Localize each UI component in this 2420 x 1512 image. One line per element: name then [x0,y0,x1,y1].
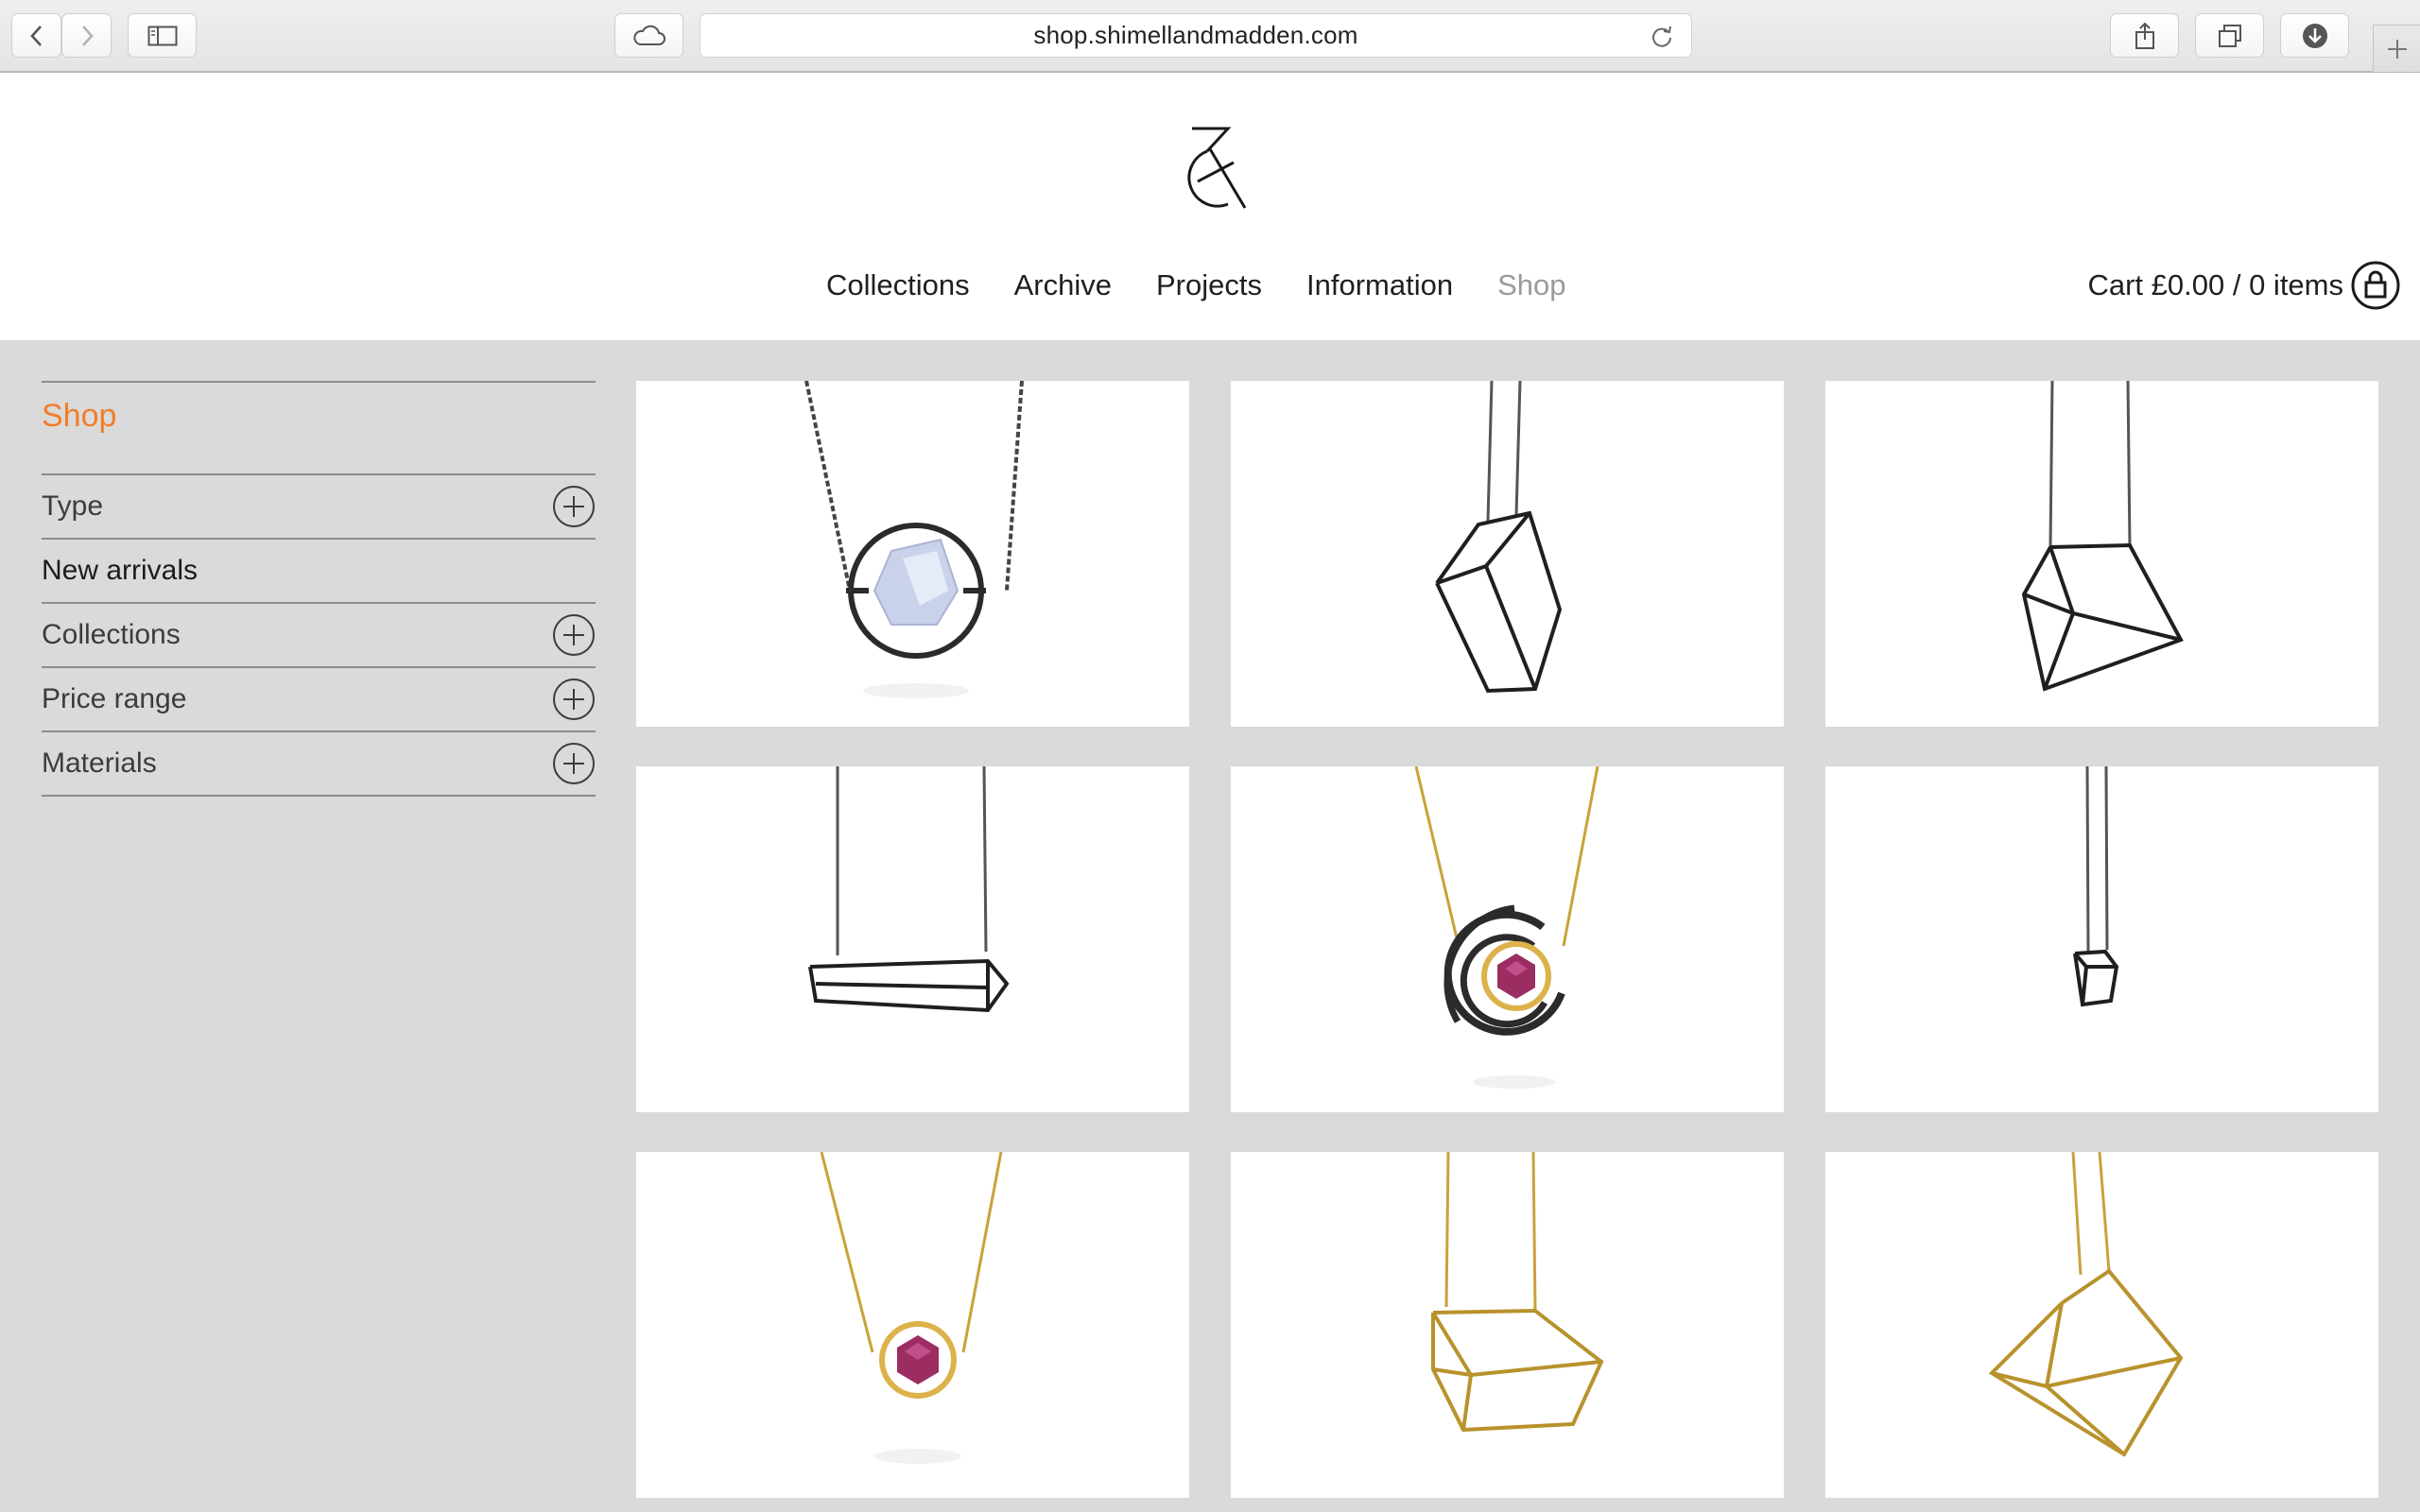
product-card[interactable] [636,766,1189,1112]
product-card[interactable] [1825,381,2378,727]
expand-plus-icon[interactable] [552,742,596,785]
nav-projects[interactable]: Projects [1156,268,1262,302]
nav-information[interactable]: Information [1306,268,1453,302]
nav-shop[interactable]: Shop [1497,268,1565,302]
gold-ring-pendant-with-pink-hexagon-stone-image [820,1152,1003,1464]
downloads-button[interactable] [2280,13,2349,58]
tabs-overview-button[interactable] [2195,13,2264,58]
small-black-cube-pendant-image [2073,766,2119,1007]
nav-collections[interactable]: Collections [826,268,970,302]
forward-arrow-icon [81,25,94,46]
site-header: Collections Archive Projects Information… [0,73,2420,340]
share-icon [2135,22,2154,49]
cart-link[interactable]: Cart £0.00 / 0 items [2087,261,2400,310]
silver-ring-pendant-with-blue-stone-image [804,381,1024,698]
filter-materials[interactable]: Materials [42,732,596,797]
filter-label: Materials [42,747,157,779]
product-card[interactable] [636,381,1189,727]
back-arrow-icon [29,25,42,46]
filter-type[interactable]: Type [42,475,596,540]
browser-toolbar: shop.shimellandmadden.com [0,0,2420,73]
new-tab-plus-icon [2387,39,2407,59]
address-bar[interactable]: shop.shimellandmadden.com [700,13,1692,58]
gold-tilted-cube-pendant-image [1988,1152,2184,1457]
cart-summary: Cart £0.00 / 0 items [2087,268,2343,301]
gold-cuboid-pendant-image [1431,1152,1604,1433]
new-tab-button[interactable] [2373,25,2420,72]
forward-button[interactable] [61,13,112,58]
expand-plus-icon[interactable] [552,613,596,657]
filter-label: Price range [42,683,187,714]
icloud-tabs-button[interactable] [614,13,683,58]
downloads-icon [2302,23,2327,48]
icloud-tabs-icon [632,25,666,45]
product-card[interactable] [1231,381,1784,727]
filter-collections[interactable]: Collections [42,604,596,668]
shopping-bag-icon [2351,261,2400,310]
shop-sidebar: Shop Type New arrivals Collections Price… [42,381,596,797]
filter-label: Collections [42,619,181,650]
black-cube-pendant-image [2021,381,2184,692]
sidebar-toggle-button[interactable] [128,13,197,58]
filter-price-range[interactable]: Price range [42,668,596,732]
sidebar-title[interactable]: Shop [42,383,596,473]
product-card[interactable] [636,1152,1189,1498]
product-card[interactable] [1825,1152,2378,1498]
product-card[interactable] [1825,766,2378,1112]
sidebar-icon [147,26,177,45]
filter-new-arrivals[interactable]: New arrivals [42,540,596,604]
back-button[interactable] [11,13,61,58]
gold-spiral-pendant-with-pink-hexagon-stone-image [1414,766,1599,1089]
product-card[interactable] [1231,766,1784,1112]
shimell-madden-logo[interactable] [1166,125,1253,215]
expand-plus-icon[interactable] [552,485,596,528]
url-text: shop.shimellandmadden.com [1033,21,1358,49]
main-navigation: Collections Archive Projects Information… [826,266,1565,304]
nav-archive[interactable]: Archive [1014,268,1112,302]
filter-label: New arrivals [42,555,199,586]
share-button[interactable] [2110,13,2179,58]
tabs-overview-icon [2218,24,2241,47]
filter-label: Type [42,490,104,522]
black-bar-cuboid-pendant-image [808,766,1010,1013]
black-tilted-cuboid-pendant-image [1435,381,1563,694]
expand-plus-icon[interactable] [552,678,596,721]
product-card[interactable] [1231,1152,1784,1498]
reload-icon[interactable] [1650,24,1674,48]
